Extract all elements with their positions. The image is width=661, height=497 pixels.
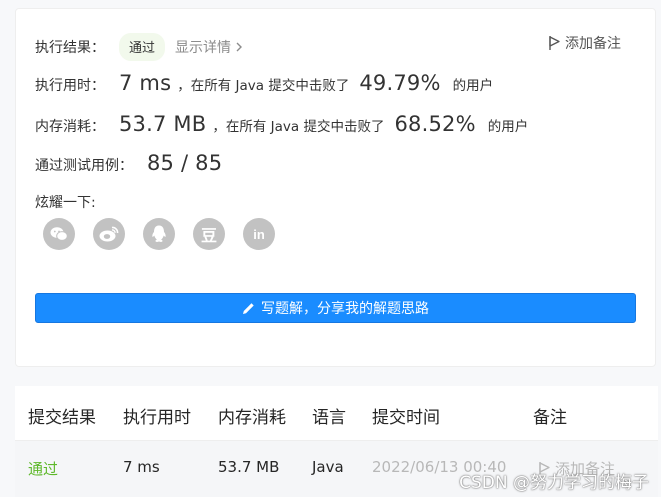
runtime-label: 执行用时： xyxy=(35,78,105,94)
status-badge: 通过 xyxy=(119,33,166,61)
show-details-link[interactable]: 显示详情 xyxy=(175,37,244,57)
header-note: 备注 xyxy=(533,408,567,428)
douban-glyph: 豆 xyxy=(200,226,217,245)
submission-result-card: 执行结果： 通过 显示详情 添加备注 执行用时： 7 ms ，在所有 Java … xyxy=(15,8,656,367)
row-language: Java xyxy=(312,458,344,476)
write-solution-label: 写题解，分享我的解题思路 xyxy=(261,301,429,317)
pencil-icon xyxy=(243,302,254,314)
share-label: 炫耀一下: xyxy=(35,195,96,211)
memory-suffix: 的用户 xyxy=(487,119,529,135)
runtime-percent: 49.79% xyxy=(359,71,441,95)
chevron-right-icon xyxy=(236,42,243,52)
runtime-suffix: 的用户 xyxy=(452,78,494,94)
tests-label: 通过测试用例： xyxy=(35,158,133,174)
result-row: 执行结果： 通过 显示详情 xyxy=(35,33,244,61)
linkedin-glyph: in xyxy=(253,226,265,242)
douban-icon[interactable]: 豆 xyxy=(193,218,225,250)
header-language: 语言 xyxy=(312,408,346,428)
memory-row: 内存消耗： 53.7 MB ，在所有 Java 提交中击败了 68.52% 的用… xyxy=(35,112,528,136)
tests-row: 通过测试用例： 85 / 85 xyxy=(35,151,222,175)
memory-beat-text: ，在所有 Java 提交中击败了 xyxy=(212,119,385,135)
weibo-icon[interactable] xyxy=(93,218,125,250)
tests-value: 85 / 85 xyxy=(147,151,223,175)
show-details-label: 显示详情 xyxy=(175,40,232,56)
runtime-beat-text: ，在所有 Java 提交中击败了 xyxy=(177,78,350,94)
add-note-label: 添加备注 xyxy=(565,36,621,52)
header-result: 提交结果 xyxy=(28,408,96,428)
runtime-value: 7 ms xyxy=(119,71,172,95)
header-time: 提交时间 xyxy=(372,408,440,428)
runtime-row: 执行用时： 7 ms ，在所有 Java 提交中击败了 49.79% 的用户 xyxy=(35,71,493,95)
write-solution-button[interactable]: 写题解，分享我的解题思路 xyxy=(35,293,636,323)
result-label: 执行结果： xyxy=(35,40,105,56)
linkedin-icon[interactable]: in xyxy=(243,218,275,250)
wechat-icon[interactable] xyxy=(43,218,75,250)
qq-icon[interactable] xyxy=(143,218,175,250)
add-note-button[interactable]: 添加备注 xyxy=(547,33,621,53)
header-runtime: 执行用时 xyxy=(123,408,191,428)
table-header: 提交结果 执行用时 内存消耗 语言 提交时间 备注 xyxy=(15,386,658,441)
share-icons: 豆 in xyxy=(43,218,275,250)
row-memory: 53.7 MB xyxy=(218,458,280,476)
csdn-watermark: CSDN @努力学习的梅子 xyxy=(459,473,649,493)
memory-label: 内存消耗： xyxy=(35,119,105,135)
header-memory: 内存消耗 xyxy=(218,408,286,428)
row-runtime: 7 ms xyxy=(123,458,160,476)
memory-value: 53.7 MB xyxy=(119,112,207,136)
memory-percent: 68.52% xyxy=(394,112,476,136)
flag-icon xyxy=(549,36,560,50)
row-result-link[interactable]: 通过 xyxy=(28,458,58,479)
share-row: 炫耀一下: xyxy=(35,192,96,212)
